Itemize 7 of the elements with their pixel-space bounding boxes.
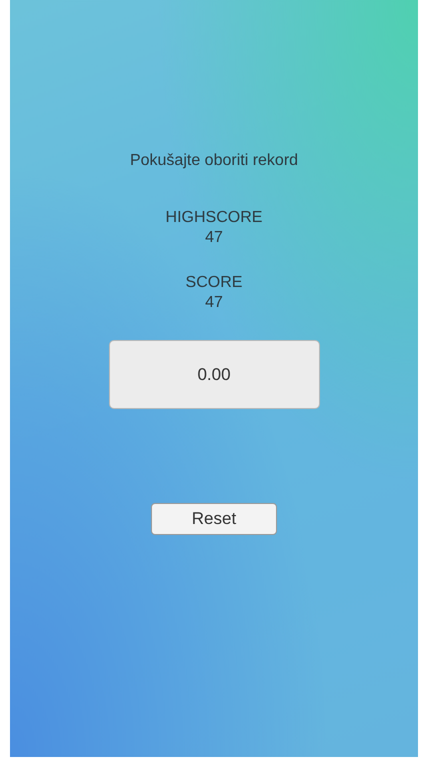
score-value: 47 [205,293,223,313]
highscore-label: HIGHSCORE [166,208,262,228]
instruction-text: Pokušajte oboriti rekord [130,152,298,170]
timer-button[interactable]: 0.00 [108,340,320,409]
reset-button[interactable]: Reset [151,503,277,535]
highscore-value: 47 [205,228,223,248]
score-label: SCORE [186,273,242,293]
